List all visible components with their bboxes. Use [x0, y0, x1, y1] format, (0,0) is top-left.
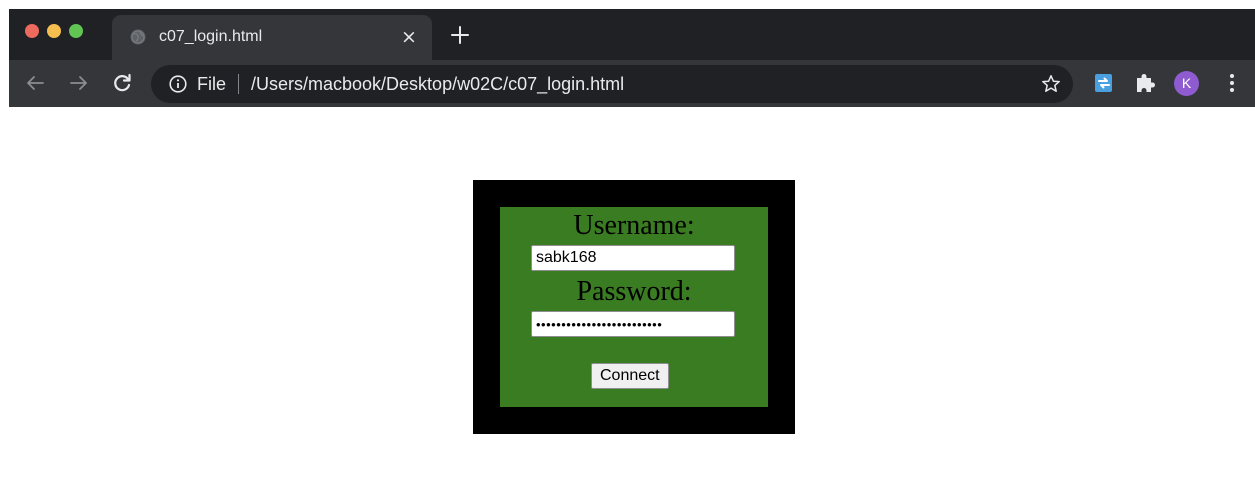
login-panel: Username: Password: Connect [500, 207, 768, 407]
window-minimize-button[interactable] [47, 24, 61, 38]
profile-avatar[interactable]: K [1174, 71, 1199, 96]
window-close-button[interactable] [25, 24, 39, 38]
arrow-left-icon[interactable] [23, 71, 47, 95]
address-divider [238, 74, 239, 94]
tab-strip: c07_login.html × [9, 9, 1255, 60]
url-text[interactable]: /Users/macbook/Desktop/w02C/c07_login.ht… [251, 73, 624, 95]
tab-close-icon[interactable]: × [400, 28, 418, 47]
window-maximize-button[interactable] [69, 24, 83, 38]
star-icon[interactable] [1041, 74, 1061, 94]
globe-icon [130, 29, 146, 45]
toolbar: File /Users/macbook/Desktop/w02C/c07_log… [9, 60, 1255, 107]
connect-button[interactable]: Connect [591, 363, 669, 389]
login-frame: Username: Password: Connect [473, 180, 795, 434]
puzzle-icon[interactable] [1133, 71, 1157, 95]
tab-active[interactable]: c07_login.html × [112, 15, 432, 60]
kebab-menu-icon[interactable] [1220, 71, 1244, 95]
arrow-right-icon[interactable] [67, 71, 91, 95]
username-field[interactable] [531, 245, 735, 271]
password-field[interactable] [531, 311, 735, 337]
new-tab-button[interactable] [449, 24, 471, 46]
extension-icon[interactable] [1092, 71, 1116, 95]
username-label: Username: [573, 210, 695, 241]
reload-icon[interactable] [110, 71, 134, 95]
page-viewport: Username: Password: Connect [9, 107, 1255, 500]
info-icon[interactable] [169, 75, 187, 93]
scheme-label: File [197, 74, 227, 94]
address-bar[interactable]: File /Users/macbook/Desktop/w02C/c07_log… [151, 65, 1073, 103]
browser-window: c07_login.html × File /Users/macbook/Des… [9, 9, 1255, 500]
tab-title: c07_login.html [159, 28, 263, 45]
password-label: Password: [576, 276, 692, 307]
